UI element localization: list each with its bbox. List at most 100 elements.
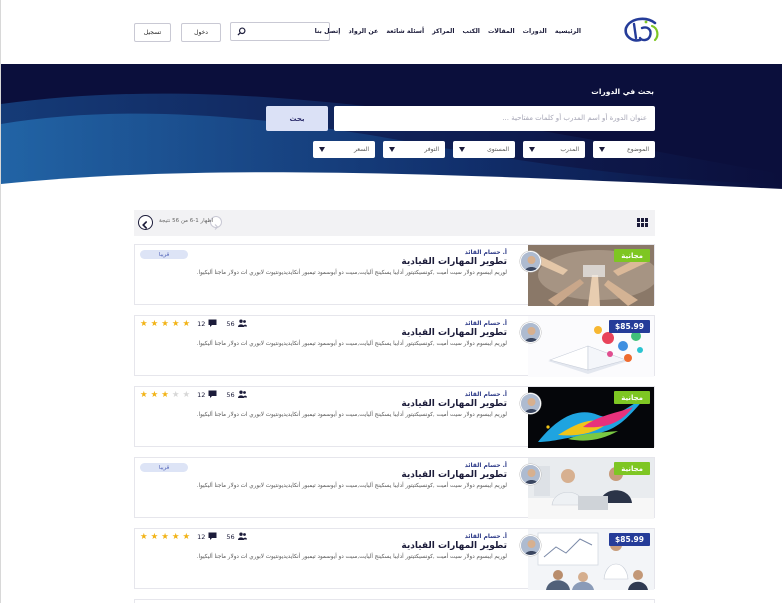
course-card[interactable]: $85.99 أ. حسام القائد تطوير المهارات القيا… (134, 315, 655, 377)
free-badge: مجانية (614, 249, 650, 262)
star-icon: ★ (171, 532, 180, 542)
instructor-name[interactable]: أ. حسام القائد (147, 249, 507, 256)
course-thumbnail[interactable]: مجانية (528, 245, 654, 306)
price-badge: $85.99 (609, 533, 650, 546)
instructor-avatar[interactable] (520, 322, 541, 343)
filter-availability[interactable]: التوفر (383, 141, 445, 158)
status-badge: قريبا (140, 463, 188, 472)
filter-level-label: المستوى (487, 146, 509, 153)
filter-availability-label: التوفر (424, 146, 439, 153)
register-button[interactable]: تسجيل (134, 23, 171, 42)
course-meta: ★ ★ ★ ★ ★ 12 56 (140, 319, 247, 329)
star-icon: ★ (182, 532, 191, 542)
star-icon: ★ (161, 532, 169, 542)
star-icon: ★ (182, 390, 191, 400)
nav-item-home[interactable]: الرئيسية (555, 28, 581, 35)
lessons-count: 12 (197, 391, 206, 399)
course-title[interactable]: تطوير المهارات القيادية (147, 399, 507, 409)
grid-view-icon[interactable] (637, 218, 648, 227)
course-title[interactable]: تطوير المهارات القيادية (147, 470, 507, 480)
instructor-name[interactable]: أ. حسام القائد (147, 462, 507, 469)
star-icon: ★ (171, 319, 180, 329)
star-icon: ★ (161, 390, 169, 400)
course-description: لوريم ايبسوم دولار سيت أميت ,كونسيكتيتور… (196, 554, 507, 560)
course-title[interactable]: تطوير المهارات القيادية (147, 328, 507, 338)
course-thumbnail[interactable]: $85.99 (528, 529, 654, 590)
star-icon: ★ (171, 390, 180, 400)
students-count: 56 (226, 391, 235, 399)
users-icon (237, 390, 247, 400)
filter-topic[interactable]: الموضوع (593, 141, 655, 158)
lessons-icon (208, 532, 217, 542)
course-info: أ. حسام القائد تطوير المهارات القيادية لور… (147, 462, 507, 491)
instructor-avatar[interactable] (520, 393, 541, 414)
nav-item-articles[interactable]: المقالات (488, 28, 515, 35)
course-thumbnail[interactable]: مجانية (528, 458, 654, 519)
nav-item-contact[interactable]: إتصل بنا (315, 28, 341, 35)
star-icon: ★ (140, 319, 148, 329)
main-nav: الرئيسية الدورات المقالات الكتب المراكز … (315, 28, 581, 35)
course-search-input[interactable]: عنوان الدورة أو اسم المدرب أو كلمات مفتا… (334, 106, 655, 131)
course-card-partial[interactable] (134, 599, 655, 603)
students-count: 56 (226, 533, 235, 541)
star-icon: ★ (150, 532, 159, 542)
lessons-icon (208, 319, 217, 329)
course-description: لوريم ايبسوم دولار سيت أميت ,كونسيكتيتور… (196, 412, 507, 418)
filter-topic-label: الموضوع (627, 146, 649, 153)
nav-item-centers[interactable]: المراكز (432, 28, 454, 35)
star-icon: ★ (140, 390, 148, 400)
course-meta: ★ ★ ★ ★ ★ 12 56 (140, 390, 247, 400)
course-card[interactable]: $85.99 أ. حسام القائد تطوير المهارات القيا… (134, 528, 655, 590)
lessons-count: 12 (197, 533, 206, 541)
course-description: لوريم ايبسوم دولار سيت أميت ,كونسيكتيتور… (196, 270, 507, 276)
site-logo[interactable] (622, 14, 662, 48)
course-info: أ. حسام القائد تطوير المهارات القيادية لور… (147, 249, 507, 278)
results-toolbar: اظهار 1-6 من 56 نتيجة (134, 210, 655, 236)
instructor-avatar[interactable] (520, 464, 541, 485)
instructor-avatar[interactable] (520, 251, 541, 272)
filter-level[interactable]: المستوى (453, 141, 515, 158)
hero-title: بحث في الدورات (591, 87, 654, 96)
nav-item-about[interactable]: عن الرواد (348, 28, 378, 35)
search-button[interactable]: بحث (266, 106, 328, 131)
filter-price[interactable]: السعر (313, 141, 375, 158)
course-card[interactable]: مجانية أ. حسام القائد تطوير المهارات القيا… (134, 244, 655, 306)
course-description: لوريم ايبسوم دولار سيت أميت ,كونسيكتيتور… (196, 341, 507, 347)
pagination-next-button[interactable] (138, 215, 153, 230)
lessons-icon (208, 390, 217, 400)
course-description: لوريم ايبسوم دولار سيت أميت ,كونسيكتيتور… (196, 483, 507, 489)
course-card[interactable]: مجانية أ. حسام القائد تطوير المهارات القيا… (134, 457, 655, 519)
nav-item-courses[interactable]: الدورات (523, 28, 547, 35)
results-count: اظهار 1-6 من 56 نتيجة (159, 218, 214, 224)
chevron-down-icon (459, 147, 465, 152)
students-count: 56 (226, 320, 235, 328)
login-button[interactable]: دخول (181, 23, 221, 42)
star-icon: ★ (161, 319, 169, 329)
free-badge: مجانية (614, 462, 650, 475)
status-badge: قريبا (140, 250, 188, 259)
course-title[interactable]: تطوير المهارات القيادية (147, 257, 507, 267)
chevron-down-icon (389, 147, 395, 152)
filter-trainer[interactable]: المدرب (523, 141, 585, 158)
free-badge: مجانية (614, 391, 650, 404)
course-meta: ★ ★ ★ ★ ★ 12 56 (140, 532, 247, 542)
course-card[interactable]: مجانية أ. حسام القائد تطوير المهارات القيا… (134, 386, 655, 448)
price-badge: $85.99 (609, 320, 650, 333)
star-icon: ★ (140, 532, 148, 542)
chevron-left-icon (142, 221, 147, 229)
lessons-count: 12 (197, 320, 206, 328)
filter-trainer-label: المدرب (560, 146, 579, 153)
instructor-avatar[interactable] (520, 535, 541, 556)
star-icon: ★ (150, 390, 159, 400)
course-title[interactable]: تطوير المهارات القيادية (147, 541, 507, 551)
filter-price-label: السعر (353, 146, 369, 153)
course-thumbnail[interactable]: $85.99 (528, 316, 654, 377)
course-thumbnail[interactable]: مجانية (528, 387, 654, 448)
nav-item-books[interactable]: الكتب (463, 28, 480, 35)
users-icon (237, 319, 247, 329)
star-icon: ★ (182, 319, 191, 329)
nav-item-faq[interactable]: أسئلة شائعة (386, 28, 424, 35)
search-icon (237, 27, 246, 36)
chevron-down-icon (599, 147, 605, 152)
chevron-down-icon (319, 147, 325, 152)
